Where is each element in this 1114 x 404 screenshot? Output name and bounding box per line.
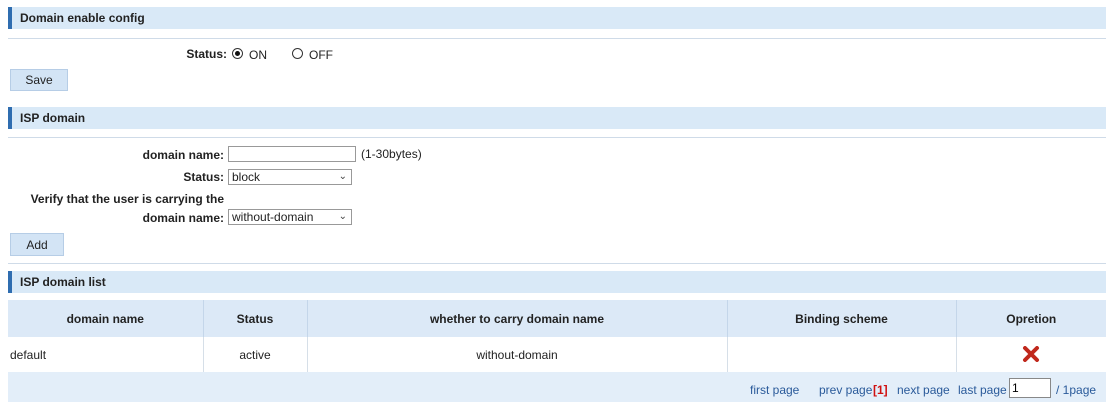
total-pages: / 1page — [1056, 383, 1097, 397]
isp-status-select[interactable]: block ⌄ — [228, 169, 352, 185]
first-page-link[interactable]: first page — [750, 383, 799, 397]
prev-page-link[interactable]: prev page — [819, 383, 872, 397]
col-header-carry-domain: whether to carry domain name — [307, 300, 728, 337]
col-header-status: Status — [203, 300, 308, 337]
status-off-radio[interactable] — [292, 48, 303, 59]
domain-name-input[interactable] — [228, 146, 356, 162]
status-on-radio[interactable] — [232, 48, 243, 59]
chevron-down-icon: ⌄ — [338, 211, 347, 222]
cell-binding-scheme — [727, 337, 957, 374]
page-number-input[interactable] — [1009, 378, 1051, 398]
divider — [8, 38, 1106, 39]
section-header-domain-enable: Domain enable config — [8, 7, 1106, 29]
cell-carry-domain: without-domain — [307, 337, 728, 374]
table-row: default active without-domain — [8, 337, 1106, 374]
cell-operation — [956, 337, 1106, 374]
cell-domain-name: default — [8, 337, 204, 374]
col-header-binding-scheme: Binding scheme — [727, 300, 957, 337]
table-header-row: domain name Status whether to carry doma… — [8, 300, 1106, 337]
col-header-operation: Opretion — [956, 300, 1106, 337]
add-button[interactable]: Add — [10, 233, 64, 256]
chevron-down-icon: ⌄ — [338, 171, 347, 182]
isp-status-label: Status: — [183, 170, 224, 184]
verify-label-line1: Verify that the user is carrying the — [30, 192, 224, 206]
save-button[interactable]: Save — [10, 69, 68, 91]
isp-domain-table: domain name Status whether to carry doma… — [8, 300, 1106, 374]
isp-status-select-value: block — [232, 170, 261, 184]
domain-name-hint: (1-30bytes) — [361, 147, 422, 161]
col-header-domain-name: domain name — [8, 300, 204, 337]
divider — [8, 263, 1106, 264]
next-page-link[interactable]: next page — [897, 383, 950, 397]
status-label: Status: — [186, 47, 227, 61]
verify-label-line2: domain name: — [142, 211, 224, 225]
section-header-isp-domain: ISP domain — [8, 107, 1106, 129]
pagination-bar: first page prev page [1] next page last … — [8, 372, 1106, 402]
last-page-link[interactable]: last page — [958, 383, 1007, 397]
divider — [8, 137, 1106, 138]
section-header-isp-domain-list: ISP domain list — [8, 271, 1106, 293]
x-delete-icon[interactable] — [1022, 345, 1040, 365]
verify-domain-select[interactable]: without-domain ⌄ — [228, 209, 352, 225]
status-off-label: OFF — [309, 48, 333, 62]
current-page: [1] — [873, 383, 888, 397]
status-on-label: ON — [249, 48, 267, 62]
verify-domain-select-value: without-domain — [232, 210, 314, 224]
cell-status: active — [203, 337, 308, 374]
domain-name-label: domain name: — [142, 148, 224, 162]
